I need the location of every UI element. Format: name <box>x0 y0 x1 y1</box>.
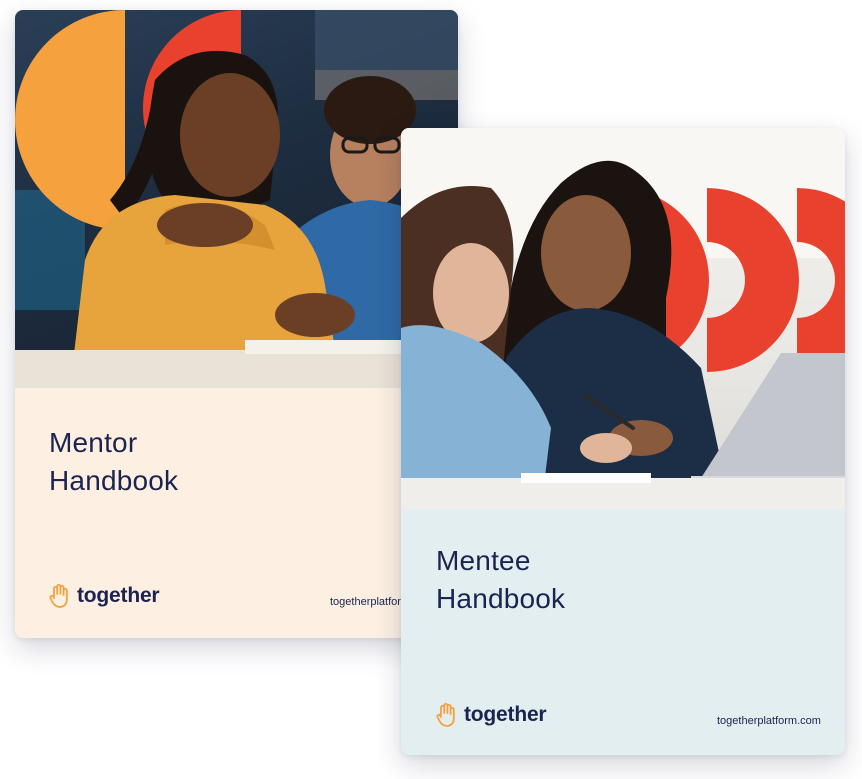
raised-hand-icon <box>49 584 68 608</box>
mentee-title-line-1: Mentee <box>436 545 531 576</box>
mentor-photo-illustration <box>15 10 458 388</box>
mentee-title-line-2: Handbook <box>436 583 566 614</box>
mentor-handbook-cover[interactable]: Mentor Handbook together togetherplatfor… <box>15 10 458 638</box>
brand-name: together <box>77 584 160 607</box>
mentor-title-line-1: Mentor <box>49 427 138 458</box>
brand-name: together <box>464 703 547 726</box>
mentee-brand-logo: together <box>436 702 547 728</box>
raised-hand-icon <box>436 703 455 727</box>
mentee-handbook-title: Mentee Handbook <box>436 542 565 618</box>
mentor-handbook-title: Mentor Handbook <box>49 424 178 500</box>
mentee-website-url: togetherplatform.com <box>717 715 821 727</box>
mentee-handbook-cover[interactable]: Mentee Handbook together togetherplatfor… <box>401 128 845 755</box>
handbook-covers: Mentor Handbook together togetherplatfor… <box>0 0 862 779</box>
mentor-title-line-2: Handbook <box>49 465 179 496</box>
mentee-photo-illustration <box>401 128 845 509</box>
mentee-cover-photo <box>401 128 845 509</box>
mentor-brand-logo: together <box>49 583 160 609</box>
mentor-cover-photo <box>15 10 458 388</box>
